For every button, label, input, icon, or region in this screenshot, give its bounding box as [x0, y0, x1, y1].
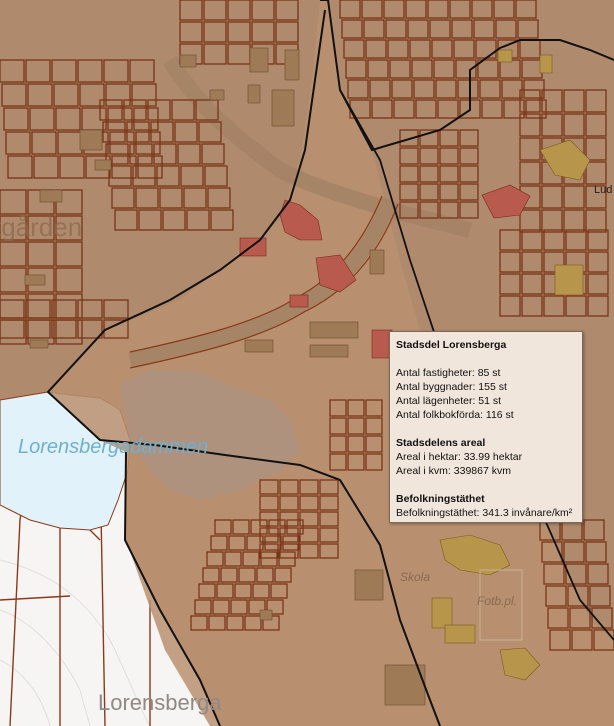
- district-info-popup: Stadsdel Lorensberga Antal fastigheter: …: [389, 331, 583, 523]
- popup-stat: Antal lägenheter: 51 st: [396, 395, 502, 407]
- popup-density-value: Befolkningstäthet: 341.3 invånare/km²: [396, 507, 573, 519]
- popup-area-sqm: Areal i kvm: 339867 kvm: [396, 465, 511, 477]
- street-label-edge: Lud: [594, 184, 613, 196]
- popup-density-heading: Befolkningstäthet: [396, 493, 485, 505]
- popup-area-hectare: Areal i hektar: 33.99 hektar: [396, 451, 523, 463]
- popup-stat: Antal folkbokförda: 116 st: [396, 409, 514, 421]
- district-label-top-left: tgården: [0, 212, 83, 242]
- area-label-bottom: Lorensberga: [98, 690, 222, 715]
- popup-title: Stadsdel Lorensberga: [396, 339, 507, 351]
- lake-label: Lorensbergadammen: [18, 436, 209, 458]
- popup-area-heading: Stadsdelens areal: [396, 437, 486, 449]
- popup-stat: Antal byggnader: 155 st: [396, 381, 507, 393]
- football-label: Fotb.pl.: [477, 594, 518, 608]
- popup-stat: Antal fastigheter: 85 st: [396, 367, 501, 379]
- school-label: Skola: [400, 570, 431, 584]
